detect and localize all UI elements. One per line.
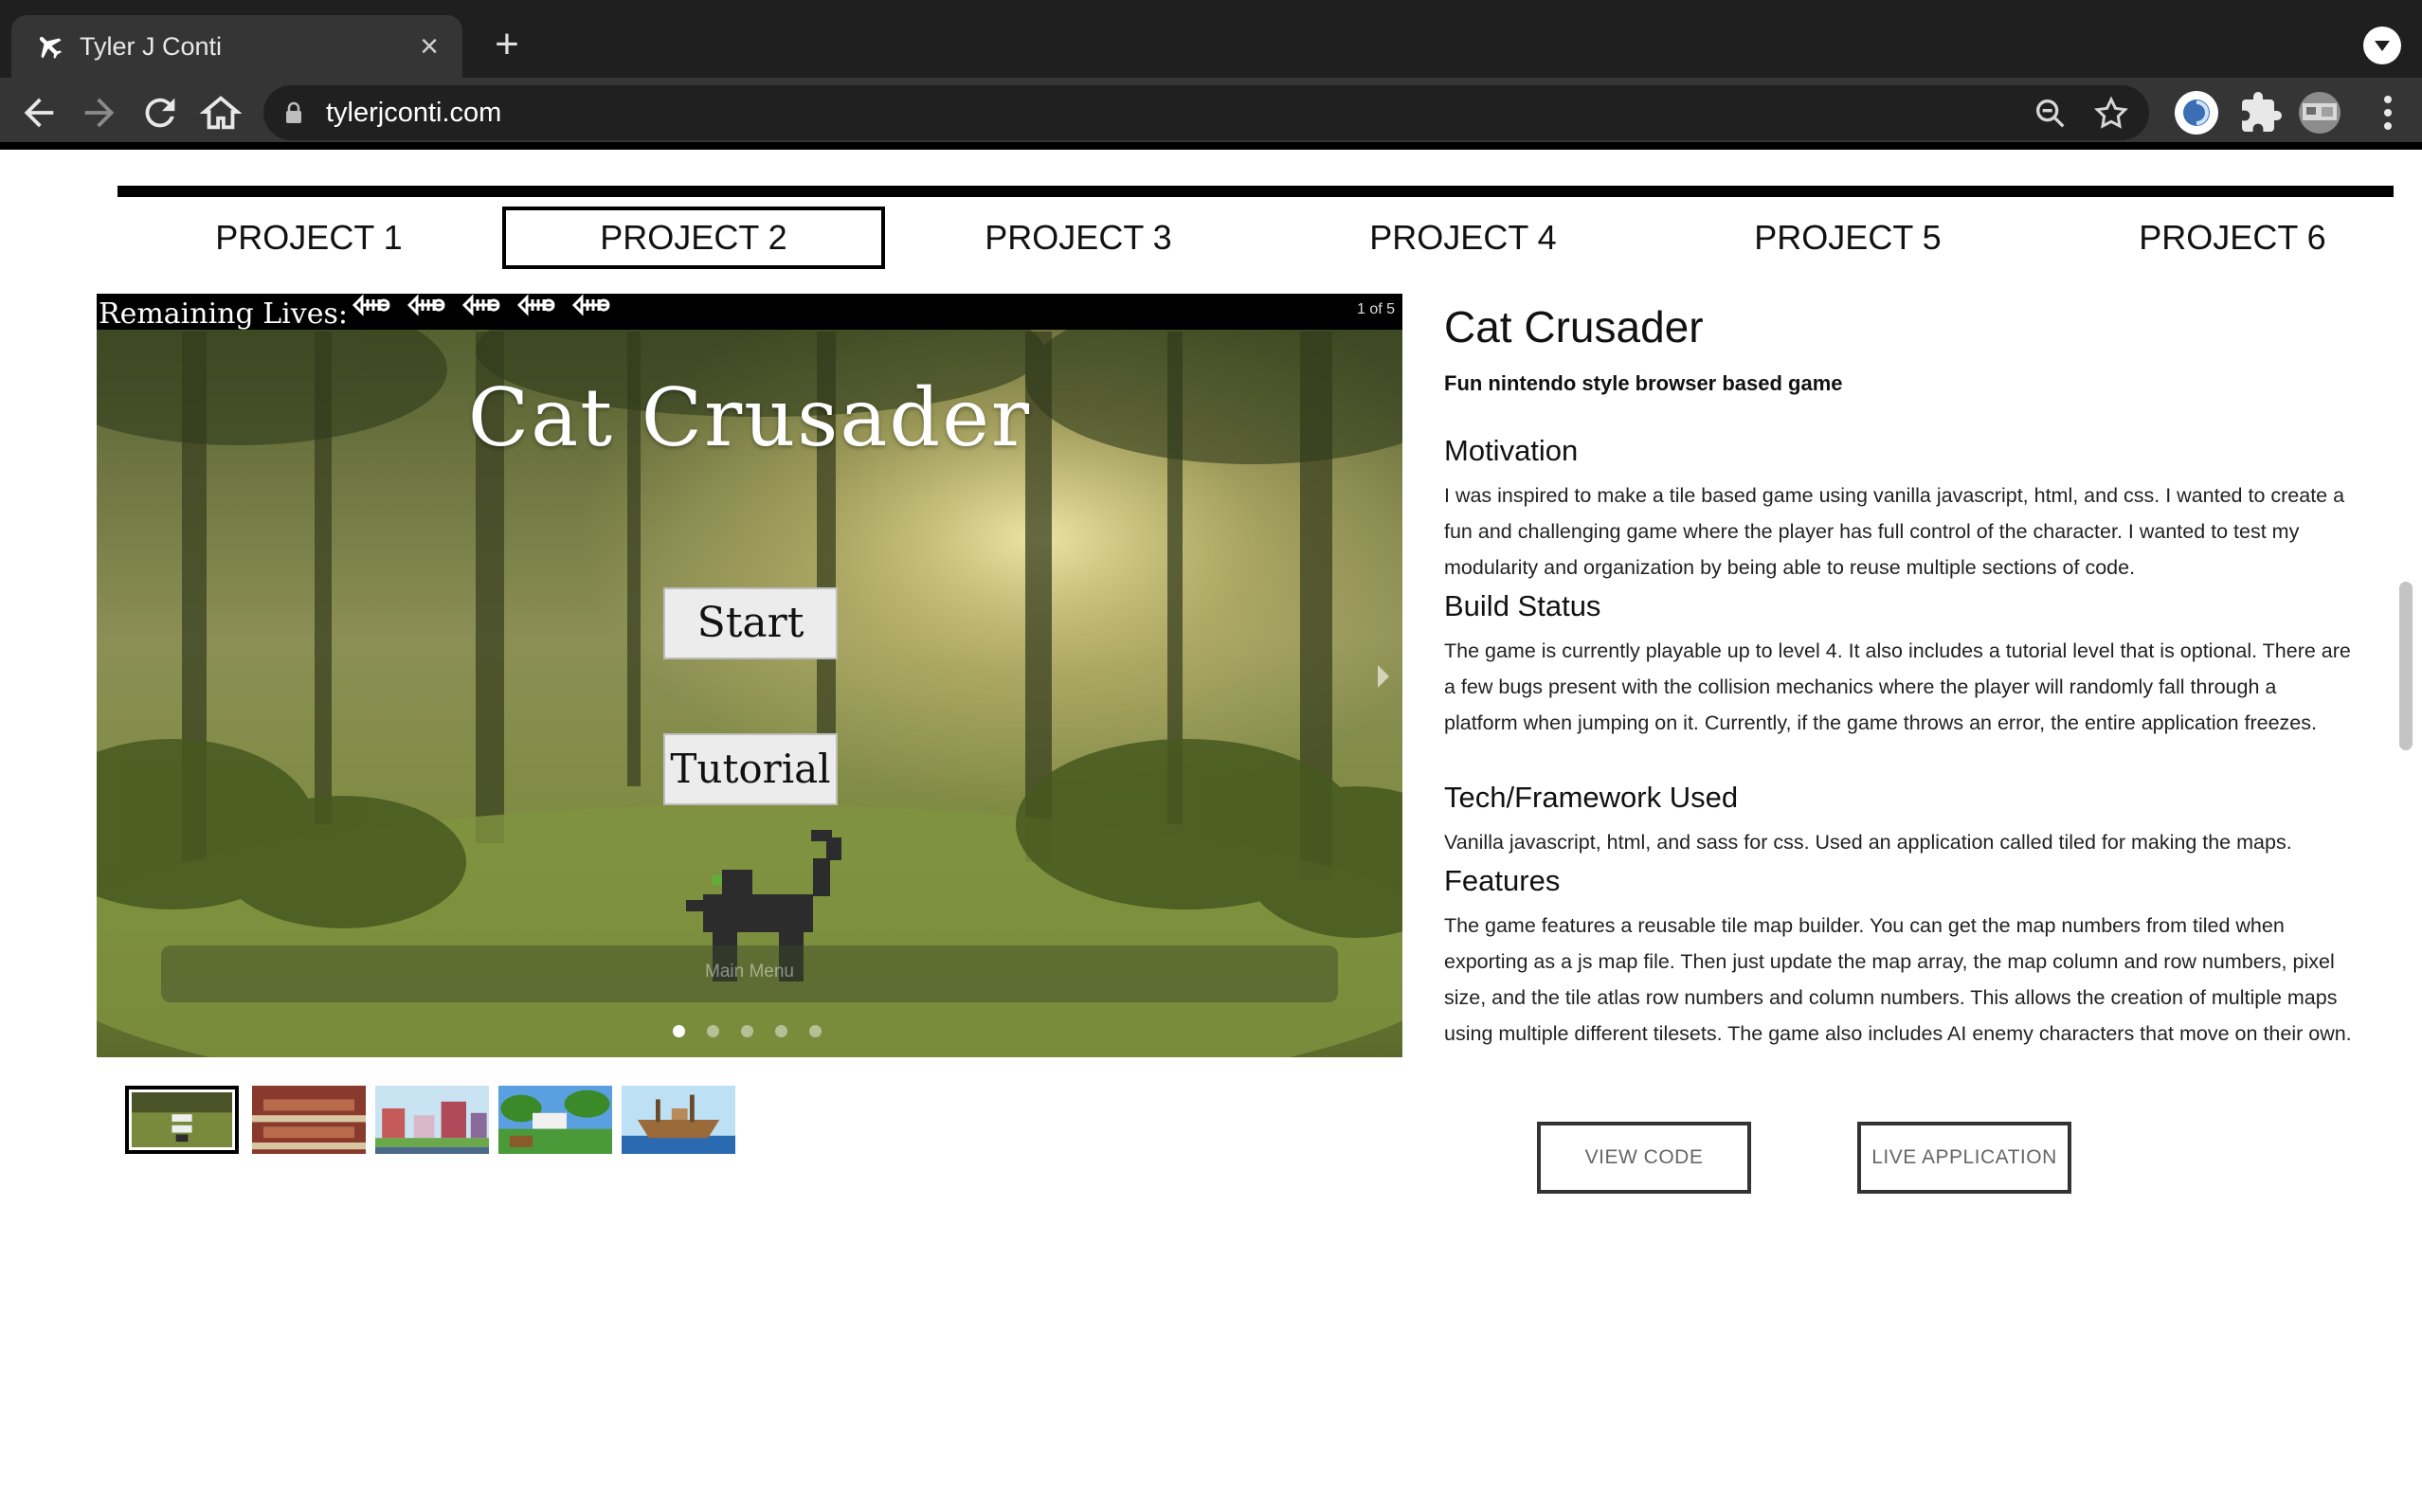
live-application-button[interactable]: LIVE APPLICATION xyxy=(1857,1122,2071,1194)
extension-circle-icon[interactable] xyxy=(2174,90,2219,135)
fish-bone-icon xyxy=(461,294,500,316)
back-icon[interactable] xyxy=(17,91,61,135)
game-start-button[interactable]: Start xyxy=(663,587,838,659)
fish-bone-icon xyxy=(516,294,555,316)
game-title: Cat Crusader xyxy=(467,371,1032,464)
airplane-icon xyxy=(39,36,63,60)
project-title: Cat Crusader xyxy=(1444,302,1704,351)
url-text: tylerjconti.com xyxy=(326,98,502,128)
thumbnail-image xyxy=(375,1086,489,1154)
section-body-tech: Vanilla javascript, html, and sass for c… xyxy=(1444,831,2292,854)
thumbnail-strip xyxy=(125,1086,741,1154)
lives-bar: Remaining Lives: 1 of 5 xyxy=(97,294,1402,331)
toolbar-divider xyxy=(0,142,2422,150)
carousel-dot[interactable] xyxy=(707,1025,719,1037)
thumbnail-4[interactable] xyxy=(498,1086,612,1154)
section-heading-tech: Tech/Framework Used xyxy=(1444,781,1739,814)
address-bar[interactable]: tylerjconti.com xyxy=(263,85,2149,140)
thumbnail-image xyxy=(252,1086,366,1154)
image-carousel[interactable]: Remaining Lives: 1 of 5 Cat Crusader Sta… xyxy=(97,294,1402,1057)
carousel-dot[interactable] xyxy=(775,1025,787,1037)
section-body-features: The game features a reusable tile map bu… xyxy=(1444,914,2352,1045)
section-body-build-status: The game is currently playable up to lev… xyxy=(1444,639,2351,734)
browser-tab-strip: Tyler J Conti × + xyxy=(0,0,2422,78)
forward-icon[interactable] xyxy=(78,91,121,135)
thumbnail-image xyxy=(498,1086,612,1154)
fish-bone-icon xyxy=(407,294,445,316)
game-tutorial-button[interactable]: Tutorial xyxy=(663,733,838,805)
close-tab-icon[interactable]: × xyxy=(415,30,443,63)
fish-bone-icon xyxy=(571,294,610,316)
browser-tab[interactable]: Tyler J Conti × xyxy=(11,15,462,78)
thumbnail-1[interactable] xyxy=(125,1086,239,1154)
section-heading-motivation: Motivation xyxy=(1444,434,1579,467)
tab-title: Tyler J Conti xyxy=(80,32,223,61)
tab-project-3[interactable]: PROJECT 3 xyxy=(887,207,1270,269)
browser-toolbar: tylerjconti.com xyxy=(0,78,2422,148)
next-slide-arrow-icon[interactable] xyxy=(1378,665,1389,688)
page-content: PROJECT 1 PROJECT 2 PROJECT 3 PROJECT 4 … xyxy=(0,150,2422,1512)
tab-project-6[interactable]: PROJECT 6 xyxy=(2041,207,2422,269)
home-icon[interactable] xyxy=(199,91,243,135)
fish-bone-icon xyxy=(352,294,390,316)
new-tab-button[interactable]: + xyxy=(481,23,533,68)
section-heading-features: Features xyxy=(1444,864,1561,897)
extensions-puzzle-icon[interactable] xyxy=(2238,90,2284,135)
project-tabs: PROJECT 1 PROJECT 2 PROJECT 3 PROJECT 4 … xyxy=(117,207,2420,273)
carousel-dot[interactable] xyxy=(673,1025,685,1037)
view-code-button[interactable]: VIEW CODE xyxy=(1537,1122,1751,1194)
profile-avatar-icon[interactable] xyxy=(2297,90,2342,135)
tab-project-1[interactable]: PROJECT 1 xyxy=(117,207,500,269)
slide-counter: 1 of 5 xyxy=(1356,301,1395,317)
zoom-icon[interactable] xyxy=(2032,95,2070,133)
thumbnail-image xyxy=(132,1092,232,1147)
carousel-dot[interactable] xyxy=(741,1025,753,1037)
thumbnail-5[interactable] xyxy=(622,1086,735,1154)
thumbnail-3[interactable] xyxy=(375,1086,489,1154)
top-rule xyxy=(117,186,2394,197)
section-heading-build-status: Build Status xyxy=(1444,589,1601,622)
carousel-dots xyxy=(673,1025,843,1040)
lives-label: Remaining Lives: xyxy=(99,297,348,331)
menu-kebab-icon[interactable] xyxy=(2365,90,2411,135)
main-menu-bar: Main Menu xyxy=(161,945,1338,1002)
tab-search-button[interactable] xyxy=(2363,27,2401,64)
thumbnail-image xyxy=(622,1086,735,1154)
lock-icon xyxy=(286,101,301,123)
main-menu-label: Main Menu xyxy=(705,962,794,981)
project-subtitle: Fun nintendo style browser based game xyxy=(1444,371,1843,395)
tab-project-2[interactable]: PROJECT 2 xyxy=(502,207,885,269)
section-body-motivation: I was inspired to make a tile based game… xyxy=(1444,484,2345,579)
carousel-dot[interactable] xyxy=(809,1025,822,1037)
reload-icon[interactable] xyxy=(138,91,182,135)
thumbnail-2[interactable] xyxy=(252,1086,366,1154)
bookmark-star-icon[interactable] xyxy=(2092,95,2130,133)
tab-project-5[interactable]: PROJECT 5 xyxy=(1656,207,2039,269)
scrollbar-thumb[interactable] xyxy=(2399,582,2413,750)
tab-project-4[interactable]: PROJECT 4 xyxy=(1272,207,1654,269)
